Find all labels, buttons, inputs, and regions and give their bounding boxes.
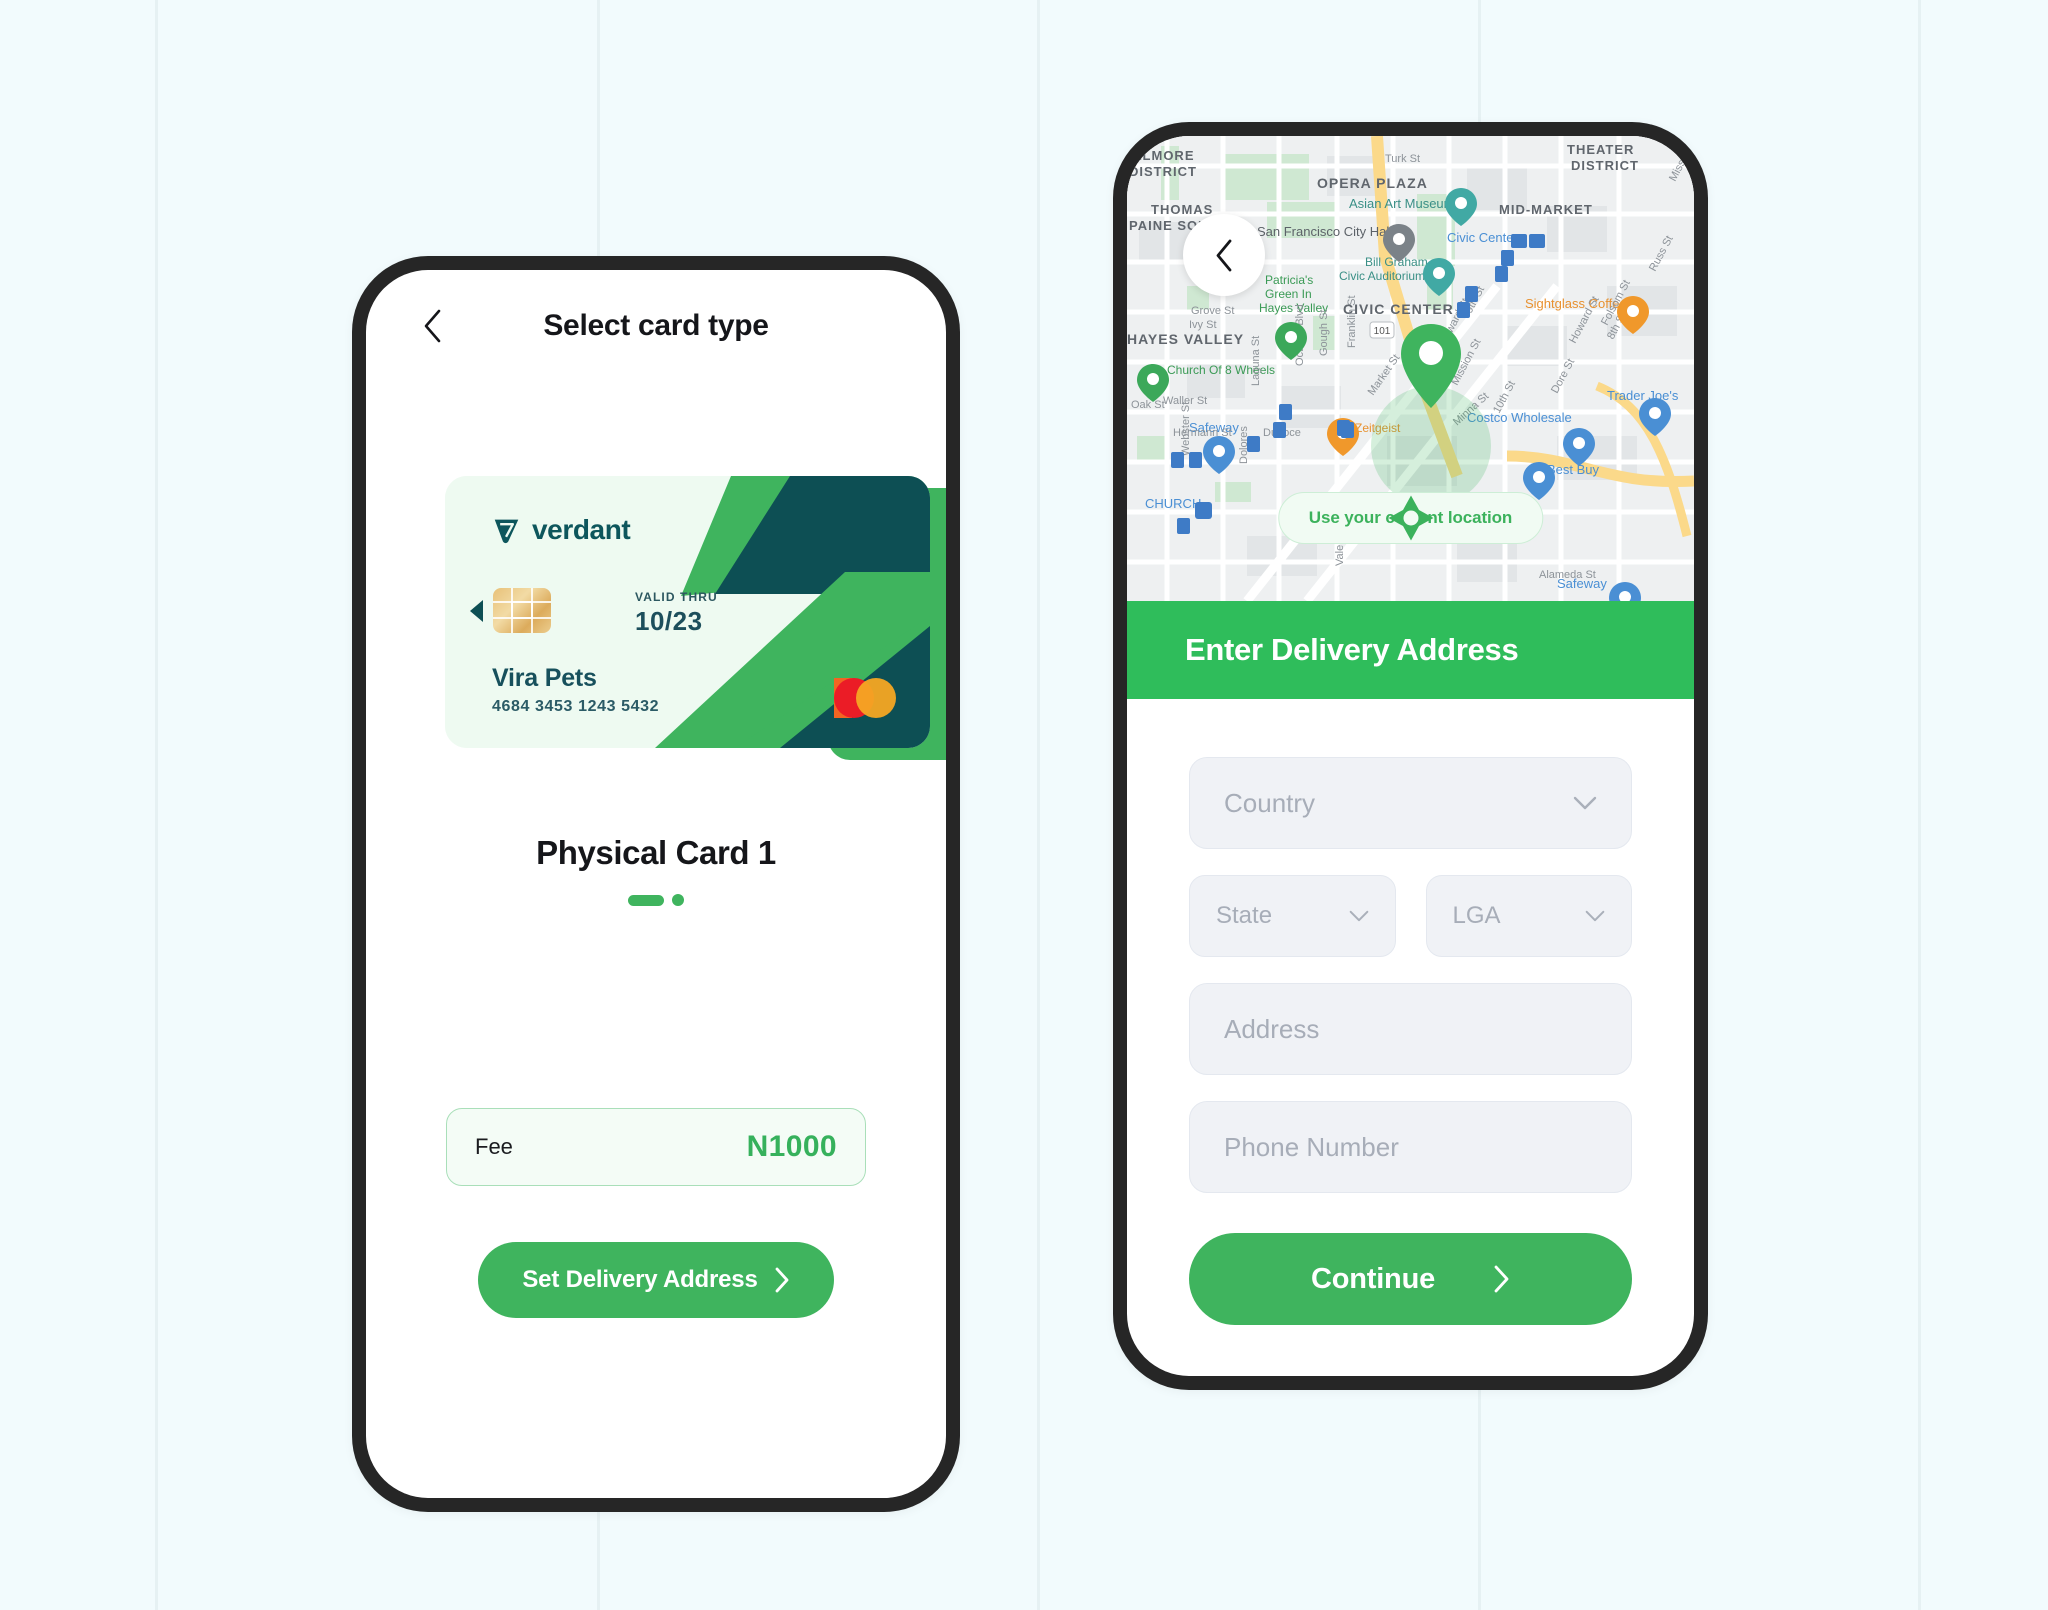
country-placeholder: Country	[1224, 787, 1316, 818]
crosshair-location-icon	[1388, 495, 1433, 541]
card-carousel[interactable]: verdant VALID THRU 10/23 Vira Pets 4684 …	[366, 476, 946, 776]
pagination-dot[interactable]	[672, 894, 684, 906]
phone-mockup-delivery-address: 101 ILLMORE DISTRICT THOMAS PAINE SQUARE…	[1113, 122, 1708, 1390]
svg-text:Laguna St: Laguna St	[1250, 336, 1262, 386]
continue-label: Continue	[1310, 1262, 1436, 1295]
svg-text:THOMAS: THOMAS	[1151, 202, 1213, 217]
pagination-dot-active[interactable]	[628, 894, 664, 906]
page-title: Select card type	[543, 309, 769, 342]
selected-location-marker[interactable]	[1371, 322, 1491, 506]
svg-text:Trader Joe's: Trader Joe's	[1607, 388, 1679, 403]
navigation-bar: Select card type	[366, 270, 946, 382]
svg-text:Gough St: Gough St	[1318, 310, 1330, 356]
fee-value: N1000	[746, 1130, 837, 1163]
valid-thru-value: 10/23	[635, 606, 703, 636]
continue-button[interactable]: Continue	[1189, 1233, 1632, 1325]
svg-text:San Francisco City Hall: San Francisco City Hall	[1257, 224, 1392, 239]
address-input[interactable]: Address	[1189, 983, 1632, 1075]
location-pin-icon	[1401, 324, 1461, 408]
svg-text:Alameda St: Alameda St	[1539, 569, 1596, 581]
svg-text:Webster St: Webster St	[1180, 402, 1192, 456]
lga-select[interactable]: LGA	[1425, 875, 1632, 957]
svg-text:ILLMORE: ILLMORE	[1129, 148, 1195, 163]
state-lga-row: State LGA	[1189, 875, 1632, 957]
card-holder-name: Vira Pets	[492, 664, 597, 692]
screen-enter-delivery-address: 101 ILLMORE DISTRICT THOMAS PAINE SQUARE…	[1127, 136, 1694, 1376]
chevron-right-icon	[775, 1267, 789, 1293]
delivery-address-header: Enter Delivery Address	[1127, 601, 1694, 699]
carousel-pagination	[366, 894, 946, 906]
delivery-address-title: Enter Delivery Address	[1185, 632, 1519, 667]
triangle-left-icon[interactable]	[470, 600, 483, 622]
guide-line	[1918, 0, 1921, 1610]
chevron-down-icon	[1349, 910, 1368, 922]
valid-thru-block: VALID THRU 10/23	[635, 590, 718, 637]
svg-text:DISTRICT: DISTRICT	[1129, 164, 1197, 179]
back-button[interactable]	[416, 309, 450, 343]
chevron-right-icon	[1494, 1265, 1509, 1293]
payment-card[interactable]: verdant VALID THRU 10/23 Vira Pets 4684 …	[445, 476, 930, 748]
guide-line	[155, 0, 158, 1610]
state-select[interactable]: State	[1189, 875, 1396, 957]
chevron-down-icon	[1585, 910, 1605, 922]
emv-chip-icon	[493, 588, 551, 633]
map-view[interactable]: 101 ILLMORE DISTRICT THOMAS PAINE SQUARE…	[1127, 136, 1694, 601]
svg-text:MID-MARKET: MID-MARKET	[1499, 202, 1593, 217]
svg-text:Civic Center: Civic Center	[1447, 230, 1518, 245]
svg-text:Green In: Green In	[1265, 287, 1312, 301]
svg-text:Best Buy: Best Buy	[1547, 462, 1600, 477]
selected-card-name: Physical Card 1	[536, 834, 776, 871]
svg-text:HAYES VALLEY: HAYES VALLEY	[1127, 331, 1244, 347]
phone-mockup-select-card: Select card type verdant VALID THRU 10/2…	[352, 256, 960, 1512]
phone-number-input[interactable]: Phone Number	[1189, 1101, 1632, 1193]
state-placeholder: State	[1216, 902, 1273, 929]
mastercard-logo-icon	[834, 678, 896, 718]
phone-number-placeholder: Phone Number	[1224, 1131, 1399, 1162]
svg-text:Asian Art Museum: Asian Art Museum	[1349, 196, 1455, 211]
card-number: 4684 3453 1243 5432	[492, 698, 660, 715]
set-delivery-address-button[interactable]: Set Delivery Address	[478, 1242, 834, 1318]
svg-text:Grove St: Grove St	[1191, 305, 1234, 317]
card-brand-name: verdant	[532, 514, 631, 545]
fee-label: Fee	[475, 1134, 513, 1159]
valid-thru-label: VALID THRU	[635, 590, 718, 604]
screen-select-card-type: Select card type verdant VALID THRU 10/2…	[366, 270, 946, 1498]
chevron-down-icon	[1573, 796, 1597, 810]
verdant-logo-icon	[494, 519, 519, 543]
svg-text:Civic Auditorium: Civic Auditorium	[1339, 269, 1425, 283]
svg-text:THEATER: THEATER	[1567, 142, 1634, 157]
map-back-button[interactable]	[1183, 214, 1265, 296]
chevron-left-icon	[424, 309, 441, 343]
svg-text:CHURCH: CHURCH	[1145, 496, 1201, 511]
svg-text:101: 101	[1374, 326, 1391, 337]
svg-text:Ivy St: Ivy St	[1189, 319, 1217, 331]
svg-text:Turk St: Turk St	[1385, 153, 1420, 165]
fee-summary: Fee N1000	[446, 1108, 866, 1186]
svg-text:Oak St: Oak St	[1131, 399, 1165, 411]
guide-line	[1037, 0, 1040, 1610]
delivery-address-form: Country State LGA Address Phone Number C…	[1127, 699, 1694, 1325]
card-brand-logo: verdant	[492, 514, 631, 546]
country-select[interactable]: Country	[1189, 757, 1632, 849]
svg-text:CIVIC CENTER: CIVIC CENTER	[1343, 301, 1454, 317]
background-guides	[0, 0, 2048, 1610]
lga-placeholder: LGA	[1452, 902, 1501, 929]
address-placeholder: Address	[1224, 1013, 1320, 1044]
svg-text:Patricia's: Patricia's	[1265, 273, 1313, 287]
svg-text:OPERA PLAZA: OPERA PLAZA	[1317, 175, 1428, 191]
svg-text:DISTRICT: DISTRICT	[1571, 158, 1639, 173]
use-current-location-button[interactable]: Use your current location	[1277, 492, 1544, 544]
svg-text:Franklin St: Franklin St	[1346, 295, 1358, 348]
chevron-left-icon	[1216, 239, 1231, 271]
set-delivery-address-label: Set Delivery Address	[522, 1266, 758, 1293]
